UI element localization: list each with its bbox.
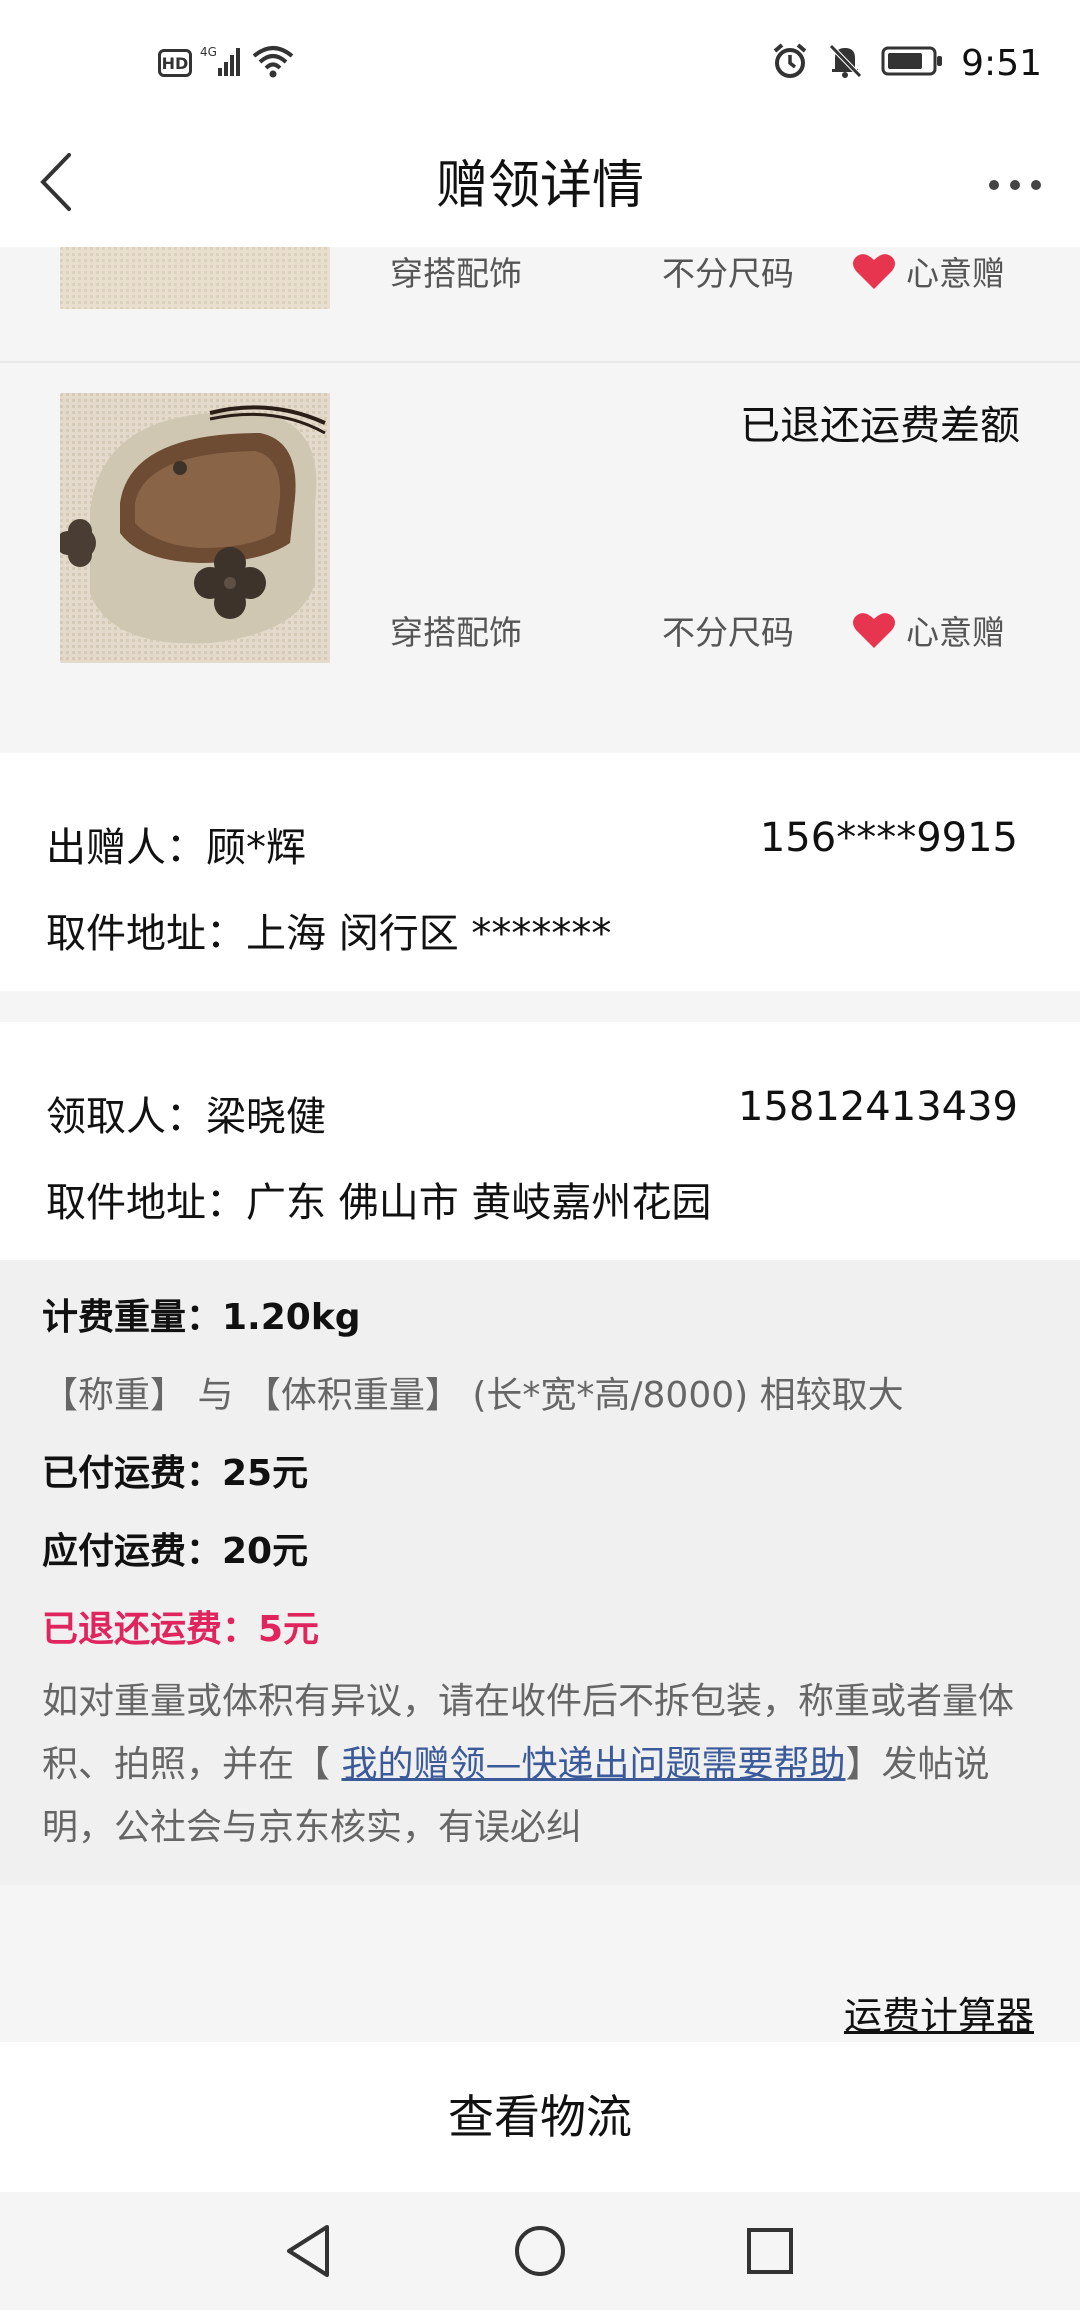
more-button[interactable] (980, 155, 1050, 215)
receiver-address-row: 取件地址：广东 佛山市 黄岐嘉州花园 (46, 1170, 711, 1228)
item-category: 穿搭配饰 (390, 254, 522, 293)
item-size: 不分尺码 (662, 254, 794, 293)
gift-tag: 心意赠 (852, 606, 1005, 654)
nav-recents-button[interactable] (735, 2216, 805, 2286)
sender-address: 上海 闵行区 ******* (246, 911, 612, 957)
item-size: 不分尺码 (662, 613, 794, 652)
receiver-address: 广东 佛山市 黄岐嘉州花园 (246, 1180, 712, 1226)
sender-address-row: 取件地址：上海 闵行区 ******* (46, 901, 611, 959)
wifi-icon (252, 44, 294, 82)
clock: 9:51 (961, 42, 1042, 84)
nav-back-button[interactable] (273, 2216, 343, 2286)
sender-label: 出赠人： (46, 825, 206, 871)
system-nav-bar (0, 2192, 1080, 2310)
nav-home-button[interactable] (505, 2216, 575, 2286)
square-recents-icon (747, 2228, 793, 2274)
help-forum-link[interactable]: 我的赠领—快递出问题需要帮助 (341, 1744, 845, 1785)
status-bar: HD 4G 9:51 (0, 0, 1080, 125)
item-status: 已退还运费差额 (740, 403, 1020, 449)
sender-row: 出赠人：顾*辉 (46, 815, 306, 873)
paid-fee: 已付运费：25元 (42, 1453, 309, 1494)
billing-weight: 计费重量：1.20kg (42, 1297, 361, 1338)
back-button[interactable] (22, 147, 92, 217)
sender-address-label: 取件地址： (46, 911, 246, 957)
sender-name: 顾*辉 (206, 825, 306, 871)
item-card[interactable]: 穿搭配饰 不分尺码 心意赠 (0, 247, 1080, 362)
receiver-card: 领取人：梁晓健 15812413439 取件地址：广东 佛山市 黄岐嘉州花园 (0, 1022, 1080, 1260)
item-category: 穿搭配饰 (390, 613, 522, 652)
gift-tag: 心意赠 (852, 247, 1005, 295)
due-fee: 应付运费：20元 (42, 1531, 309, 1572)
sender-card: 出赠人：顾*辉 156****9915 取件地址：上海 闵行区 ******* (0, 753, 1080, 991)
refunded-fee: 已退还运费：5元 (42, 1609, 320, 1650)
circle-home-icon (515, 2226, 565, 2276)
receiver-phone[interactable]: 15812413439 (738, 1084, 1018, 1130)
mute-icon (827, 42, 863, 84)
app-header: 赠领详情 (0, 125, 1080, 247)
gift-tag-label: 心意赠 (906, 254, 1005, 293)
receiver-row: 领取人：梁晓健 (46, 1084, 326, 1142)
gift-tag-label: 心意赠 (906, 613, 1005, 652)
hd-badge: HD (158, 49, 192, 77)
battery-icon (881, 45, 943, 81)
heart-icon (853, 613, 895, 648)
view-logistics-button[interactable]: 查看物流 (0, 2042, 1080, 2192)
triangle-back-icon (287, 2225, 329, 2277)
item-thumbnail (60, 247, 330, 309)
item-card[interactable]: 已退还运费差额 穿搭配饰 不分尺码 心意赠 (0, 363, 1080, 753)
alarm-icon (771, 42, 809, 84)
weight-rule: 【称重】 与 【体积重量】 (长*宽*高/8000) 相较取大 (42, 1375, 904, 1416)
more-dots-icon (989, 180, 1041, 190)
dispute-note: 如对重量或体积有异议，请在收件后不拆包装，称重或者量体积、拍照，并在【 我的赠领… (42, 1670, 1032, 1859)
status-right: 9:51 (771, 40, 1042, 86)
signal-icon: 4G (200, 44, 244, 82)
receiver-address-label: 取件地址： (46, 1180, 246, 1226)
receiver-label: 领取人： (46, 1094, 206, 1140)
receiver-name: 梁晓健 (206, 1094, 326, 1140)
status-left: HD 4G (158, 40, 294, 86)
heart-icon (853, 254, 895, 289)
shipping-calculator-link[interactable]: 运费计算器 (844, 1985, 1034, 2040)
item-thumbnail (60, 393, 330, 663)
chevron-left-icon (40, 153, 71, 211)
page-title: 赠领详情 (435, 156, 644, 216)
sender-phone[interactable]: 156****9915 (760, 815, 1018, 861)
svg-text:4G: 4G (200, 45, 217, 59)
